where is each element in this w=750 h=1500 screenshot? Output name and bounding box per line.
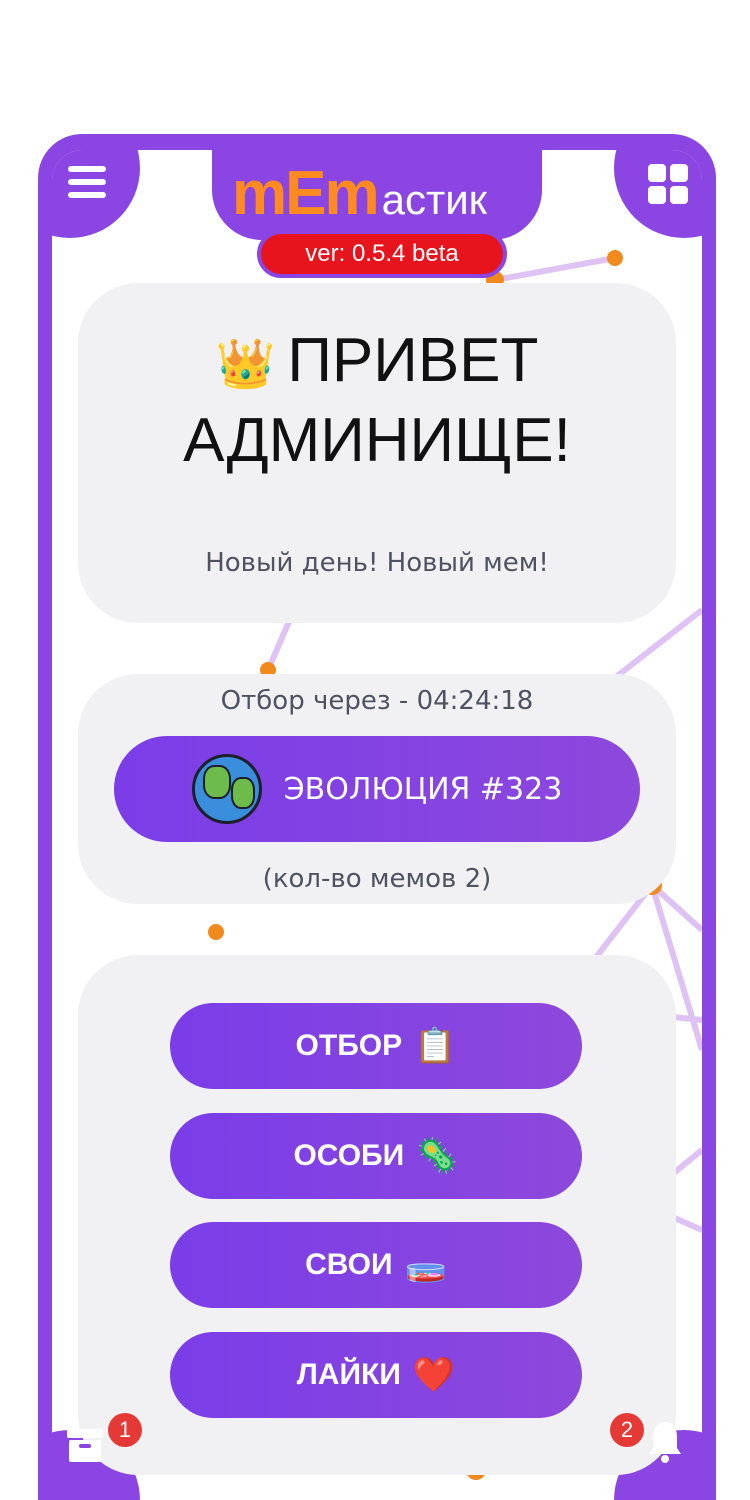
selection-button-label: ОТБОР bbox=[295, 1029, 403, 1062]
evolution-button-label: ЭВОЛЮЦИЯ #323 bbox=[283, 771, 563, 807]
crown-icon: 👑 bbox=[215, 337, 276, 391]
hamburger-menu-icon[interactable] bbox=[68, 166, 106, 204]
app-screen: mEmастик ver: 0.5.4 beta 👑 ПРИВЕТ АДМИНИЩ… bbox=[52, 150, 702, 1500]
selection-button[interactable]: ОТБОР 📋 bbox=[170, 1003, 582, 1089]
grid-apps-icon[interactable] bbox=[648, 164, 688, 204]
archive-badge: 1 bbox=[108, 1413, 142, 1447]
evolution-card: Отбор через - 04:24:18 ЭВОЛЮЦИЯ #323 (ко… bbox=[78, 674, 676, 904]
welcome-title-line1: ПРИВЕТ bbox=[287, 326, 539, 395]
notifications-badge: 2 bbox=[610, 1413, 644, 1447]
welcome-title: 👑 ПРИВЕТ АДМИНИЩЕ! bbox=[78, 323, 676, 479]
logo-mem: mEm bbox=[232, 159, 380, 228]
own-button-label: СВОИ bbox=[305, 1248, 393, 1281]
selection-timer: Отбор через - 04:24:18 bbox=[220, 686, 534, 716]
logo-text: астик bbox=[381, 176, 488, 223]
individuals-button-label: ОСОБИ bbox=[293, 1139, 405, 1172]
microbe-icon: 🦠 bbox=[416, 1137, 459, 1175]
meme-count: (кол-во мемов 2) bbox=[262, 864, 492, 894]
app-logo: mEmастик bbox=[232, 163, 488, 225]
likes-button[interactable]: ЛАЙКИ ❤️ bbox=[170, 1332, 582, 1418]
globe-icon bbox=[191, 754, 262, 824]
welcome-title-line2: АДМИНИЩЕ! bbox=[183, 405, 571, 475]
menu-card: ОТБОР 📋 ОСОБИ 🦠 СВОИ 🧫 ЛАЙКИ ❤️ bbox=[78, 955, 676, 1475]
petri-dish-icon: 🧫 bbox=[404, 1246, 447, 1284]
heart-icon: ❤️ bbox=[412, 1356, 456, 1394]
welcome-card: 👑 ПРИВЕТ АДМИНИЩЕ! Новый день! Новый мем! bbox=[78, 283, 676, 623]
welcome-subtitle: Новый день! Новый мем! bbox=[205, 548, 549, 578]
version-badge: ver: 0.5.4 beta bbox=[257, 230, 507, 278]
evolution-button[interactable]: ЭВОЛЮЦИЯ #323 bbox=[114, 736, 640, 842]
likes-button-label: ЛАЙКИ bbox=[296, 1358, 401, 1391]
individuals-button[interactable]: ОСОБИ 🦠 bbox=[170, 1113, 582, 1199]
bell-icon[interactable] bbox=[648, 1420, 682, 1474]
own-button[interactable]: СВОИ 🧫 bbox=[170, 1222, 582, 1308]
clipboard-icon: 📋 bbox=[414, 1027, 457, 1065]
archive-icon[interactable] bbox=[66, 1428, 104, 1474]
